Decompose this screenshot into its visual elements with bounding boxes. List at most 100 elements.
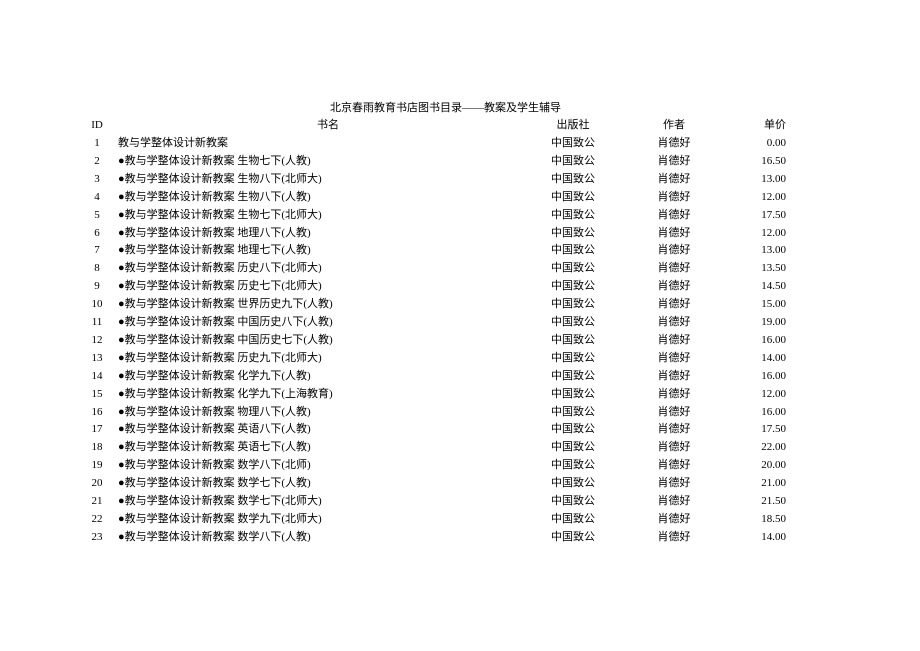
- cell-author: 肖德好: [657, 226, 691, 239]
- table-row: 2 ●教与学整体设计新教案 生物七下(人教) 中国致公 肖德好 16.50: [0, 152, 920, 170]
- cell-name: ●教与学整体设计新教案 化学九下(上海教育): [118, 387, 333, 400]
- cell-id: 12: [91, 333, 103, 346]
- table-row: 19 ●教与学整体设计新教案 数学八下(北师) 中国致公 肖德好 20.00: [0, 456, 920, 474]
- cell-author: 肖德好: [657, 512, 691, 525]
- cell-name: ●教与学整体设计新教案 生物七下(北师大): [118, 208, 322, 221]
- cell-name: ●教与学整体设计新教案 中国历史八下(人教): [118, 316, 333, 328]
- cell-author: 肖德好: [657, 208, 691, 221]
- table-row: 17 ●教与学整体设计新教案 英语八下(人教) 中国致公 肖德好 17.50: [0, 420, 920, 438]
- cell-price: 12.00: [761, 387, 786, 400]
- table-row: 16 ●教与学整体设计新教案 物理八下(人教) 中国致公 肖德好 16.00: [0, 403, 920, 421]
- cell-name: ●教与学整体设计新教案 生物七下(人教): [118, 154, 311, 167]
- cell-id: 13: [91, 351, 103, 364]
- cell-author: 肖德好: [657, 244, 691, 257]
- cell-publisher: 中国致公: [551, 423, 595, 436]
- cell-author: 肖德好: [657, 333, 691, 346]
- cell-price: 17.50: [761, 208, 786, 221]
- cell-publisher: 中国致公: [551, 441, 595, 454]
- cell-author: 肖德好: [657, 441, 691, 454]
- cell-id: 10: [91, 298, 103, 311]
- table-row: 15 ●教与学整体设计新教案 化学九下(上海教育) 中国致公 肖德好 12.00: [0, 385, 920, 403]
- table-row: 22 ●教与学整体设计新教案 数学九下(北师大) 中国致公 肖德好 18.50: [0, 510, 920, 528]
- table-row: 7 ●教与学整体设计新教案 地理七下(人教) 中国致公 肖德好 13.00: [0, 241, 920, 259]
- cell-id: 19: [91, 459, 103, 472]
- header-publisher: 出版社: [556, 119, 590, 131]
- table-row: 20 ●教与学整体设计新教案 数学七下(人教) 中国致公 肖德好 21.00: [0, 474, 920, 492]
- cell-author: 肖德好: [657, 459, 691, 472]
- table-row: 18 ●教与学整体设计新教案 英语七下(人教) 中国致公 肖德好 22.00: [0, 438, 920, 456]
- cell-publisher: 中国致公: [551, 459, 595, 472]
- cell-price: 21.50: [761, 495, 786, 507]
- cell-price: 17.50: [761, 423, 786, 436]
- cell-publisher: 中国致公: [551, 244, 595, 257]
- cell-name: ●教与学整体设计新教案 地理七下(人教): [118, 244, 311, 257]
- cell-author: 肖德好: [657, 423, 691, 436]
- table-row: 13 ●教与学整体设计新教案 历史九下(北师大) 中国致公 肖德好 14.00: [0, 349, 920, 367]
- cell-author: 肖德好: [657, 298, 691, 311]
- cell-author: 肖德好: [657, 477, 691, 490]
- cell-publisher: 中国致公: [551, 369, 595, 382]
- cell-author: 肖德好: [657, 405, 691, 418]
- cell-id: 23: [91, 530, 103, 543]
- cell-publisher: 中国致公: [551, 226, 595, 239]
- table-row: 5 ●教与学整体设计新教案 生物七下(北师大) 中国致公 肖德好 17.50: [0, 206, 920, 224]
- cell-price: 13.00: [761, 172, 786, 185]
- cell-publisher: 中国致公: [551, 172, 595, 185]
- table-row: 3 ●教与学整体设计新教案 生物八下(北师大) 中国致公 肖德好 13.00: [0, 170, 920, 188]
- cell-publisher: 中国致公: [551, 316, 595, 328]
- cell-price: 15.00: [761, 298, 786, 311]
- cell-publisher: 中国致公: [551, 208, 595, 221]
- cell-publisher: 中国致公: [551, 387, 595, 400]
- cell-author: 肖德好: [657, 172, 691, 185]
- cell-author: 肖德好: [657, 495, 691, 507]
- cell-price: 14.00: [761, 351, 786, 364]
- cell-author: 肖德好: [657, 387, 691, 400]
- cell-price: 0.00: [766, 137, 786, 149]
- cell-publisher: 中国致公: [551, 154, 595, 167]
- cell-name: ●教与学整体设计新教案 数学九下(北师大): [118, 512, 322, 525]
- table-row: 21 ●教与学整体设计新教案 数学七下(北师大) 中国致公 肖德好 21.50: [0, 492, 920, 510]
- table-row: 1 教与学整体设计新教案 中国致公 肖德好 0.00: [0, 134, 920, 152]
- table-row: 8 ●教与学整体设计新教案 历史八下(北师大) 中国致公 肖德好 13.50: [0, 259, 920, 277]
- cell-id: 1: [94, 137, 100, 149]
- cell-name: ●教与学整体设计新教案 生物八下(人教): [118, 190, 311, 203]
- cell-name: ●教与学整体设计新教案 历史九下(北师大): [118, 351, 322, 364]
- header-name: 书名: [317, 119, 339, 131]
- cell-name: ●教与学整体设计新教案 地理八下(人教): [118, 226, 311, 239]
- cell-id: 15: [91, 387, 103, 400]
- cell-id: 20: [91, 477, 103, 490]
- table-row: 12 ●教与学整体设计新教案 中国历史七下(人教) 中国致公 肖德好 16.00: [0, 331, 920, 349]
- cell-author: 肖德好: [657, 280, 691, 293]
- cell-publisher: 中国致公: [551, 477, 595, 490]
- cell-id: 22: [91, 512, 103, 525]
- cell-price: 16.00: [761, 405, 786, 418]
- cell-name: ●教与学整体设计新教案 物理八下(人教): [118, 405, 311, 418]
- cell-name: ●教与学整体设计新教案 数学八下(北师): [118, 459, 311, 472]
- cell-publisher: 中国致公: [551, 298, 595, 311]
- cell-price: 16.00: [761, 333, 786, 346]
- cell-id: 4: [94, 190, 100, 203]
- cell-id: 9: [94, 280, 100, 293]
- cell-name: ●教与学整体设计新教案 数学八下(人教): [118, 530, 311, 543]
- header-price: 单价: [764, 119, 786, 131]
- cell-publisher: 中国致公: [551, 333, 595, 346]
- cell-price: 14.00: [761, 530, 786, 543]
- cell-id: 6: [94, 226, 100, 239]
- cell-name: ●教与学整体设计新教案 数学七下(人教): [118, 477, 311, 490]
- cell-price: 22.00: [761, 441, 786, 454]
- cell-publisher: 中国致公: [551, 137, 595, 149]
- cell-price: 13.00: [761, 244, 786, 257]
- table-row: 23 ●教与学整体设计新教案 数学八下(人教) 中国致公 肖德好 14.00: [0, 528, 920, 546]
- cell-author: 肖德好: [657, 137, 691, 149]
- header-author: 作者: [663, 119, 685, 131]
- cell-author: 肖德好: [657, 369, 691, 382]
- cell-price: 13.50: [761, 262, 786, 275]
- cell-publisher: 中国致公: [551, 351, 595, 364]
- cell-author: 肖德好: [657, 262, 691, 275]
- cell-id: 8: [94, 262, 100, 275]
- cell-name: ●教与学整体设计新教案 数学七下(北师大): [118, 495, 322, 507]
- cell-name: ●教与学整体设计新教案 英语七下(人教): [118, 441, 311, 454]
- cell-name: ●教与学整体设计新教案 化学九下(人教): [118, 369, 311, 382]
- cell-publisher: 中国致公: [551, 405, 595, 418]
- cell-name: ●教与学整体设计新教案 世界历史九下(人教): [118, 298, 333, 311]
